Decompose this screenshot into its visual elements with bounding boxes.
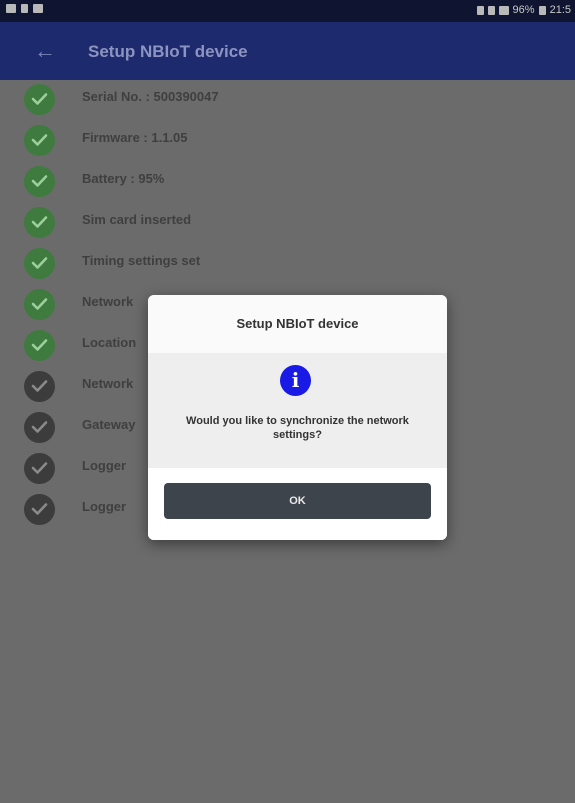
page-title: Setup NBIoT device — [88, 42, 248, 61]
dialog-footer: OK — [148, 468, 447, 540]
ok-button[interactable]: OK — [164, 483, 431, 519]
status-notifications — [6, 4, 43, 13]
battery-icon — [538, 5, 546, 15]
alarm-icon — [476, 5, 484, 15]
app-toolbar: ← Setup NBIoT device — [0, 22, 575, 80]
mute-icon — [487, 5, 495, 15]
sync-dialog: Setup NBIoT device i Would you like to s… — [148, 295, 447, 540]
dialog-body: i Would you like to synchronize the netw… — [148, 353, 447, 468]
gallery-icon — [33, 4, 43, 13]
dialog-message: Would you like to synchronize the networ… — [186, 415, 409, 441]
status-bar: 96% 21:5 — [0, 0, 575, 22]
status-indicators: 96% 21:5 — [476, 4, 571, 16]
arrow-left-icon[interactable]: ← — [30, 36, 60, 66]
signal-icon — [498, 5, 509, 15]
notification-icon — [21, 4, 28, 13]
dialog-title: Setup NBIoT device — [148, 295, 447, 353]
clock: 21:5 — [549, 4, 571, 16]
info-icon: i — [280, 365, 311, 396]
battery-percent: 96% — [512, 4, 535, 16]
image-icon — [6, 4, 16, 13]
